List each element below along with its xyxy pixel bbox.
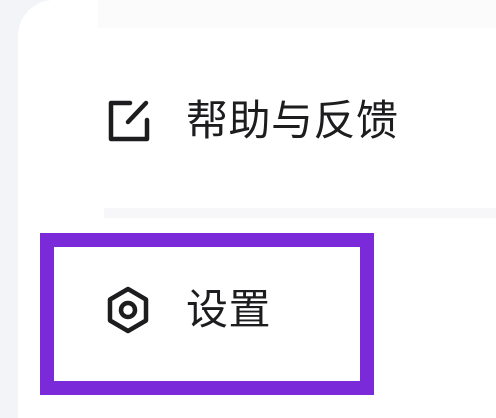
top-strip [98, 0, 496, 28]
menu-divider [104, 208, 496, 218]
help-feedback-label: 帮助与反馈 [186, 96, 399, 145]
menu-panel [18, 0, 496, 418]
menu-item-help-feedback[interactable]: 帮助与反馈 [102, 90, 399, 152]
menu-item-settings[interactable]: 设置 [102, 280, 271, 340]
edit-feedback-icon [102, 95, 154, 147]
settings-label: 设置 [186, 285, 272, 334]
settings-hexagon-icon [102, 284, 154, 336]
